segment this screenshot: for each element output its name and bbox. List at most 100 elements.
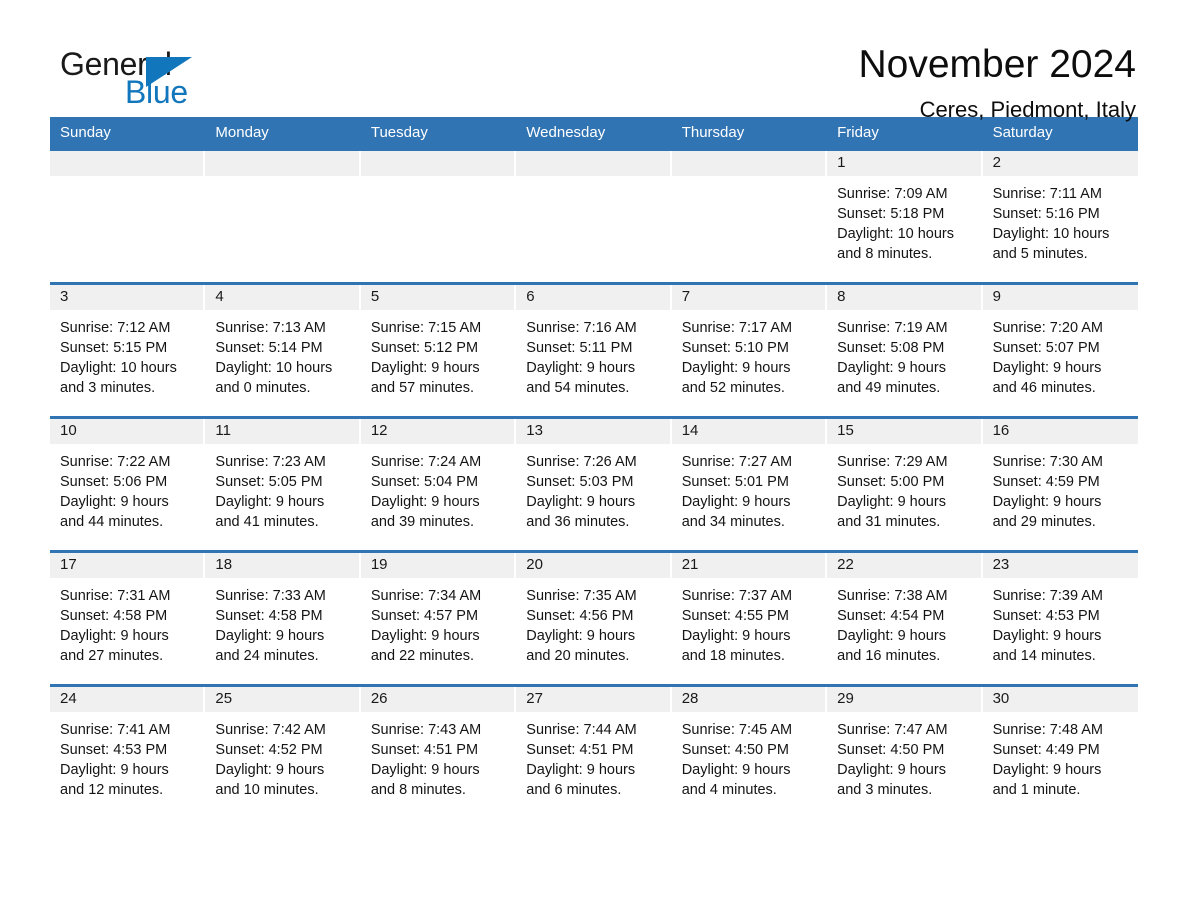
- day-cell-29[interactable]: 29 Sunrise: 7:47 AM Sunset: 4:50 PM Dayligh…: [827, 686, 983, 818]
- title-block: November 2024 Ceres, Piedmont, Italy: [859, 43, 1139, 122]
- sunset-text: Sunset: 5:15 PM: [60, 339, 168, 356]
- daylight-text: Daylight: 9 hours and 24 minutes.: [215, 627, 325, 664]
- sunset-text: Sunset: 5:01 PM: [681, 473, 789, 490]
- day-details: Sunrise: 7:39 AM Sunset: 4:53 PM Daylight:…: [983, 578, 1138, 666]
- generalblue-logo: General Blue: [50, 44, 240, 114]
- day-number: 18: [205, 552, 361, 578]
- day-cell-23[interactable]: 23 Sunrise: 7:39 AM Sunset: 4:53 PM Dayligh…: [982, 552, 1138, 684]
- day-cell-empty: [671, 150, 828, 282]
- day-number: 7: [671, 284, 828, 310]
- day-cell-2[interactable]: 2 Sunrise: 7:11 AM Sunset: 5:16 PM Daylight…: [982, 150, 1138, 282]
- sunrise-text: Sunrise: 7:20 AM: [992, 319, 1103, 336]
- day-cell-5[interactable]: 5 Sunrise: 7:15 AM Sunset: 5:12 PM Daylight…: [360, 284, 517, 416]
- day-cell-22[interactable]: 22 Sunrise: 7:38 AM Sunset: 4:54 PM Dayligh…: [827, 552, 983, 684]
- day-cell-10[interactable]: 10 Sunrise: 7:22 AM Sunset: 5:06 PM Dayligh…: [50, 418, 206, 550]
- daylight-text: Daylight: 9 hours and 22 minutes.: [370, 627, 480, 664]
- day-cell-19[interactable]: 19 Sunrise: 7:34 AM Sunset: 4:57 PM Dayligh…: [360, 552, 517, 684]
- day-details: Sunrise: 7:12 AM Sunset: 5:15 PM Daylight:…: [50, 310, 205, 398]
- day-number: 15: [827, 418, 983, 444]
- day-number: 1: [827, 150, 983, 176]
- day-number: [516, 150, 672, 176]
- weekday-header-tuesday: Tuesday: [370, 124, 428, 141]
- calendar-week-row: 24 Sunrise: 7:41 AM Sunset: 4:53 PM Dayligh…: [50, 683, 1138, 818]
- day-cell-4[interactable]: 4 Sunrise: 7:13 AM Sunset: 5:14 PM Daylight…: [205, 284, 361, 416]
- calendar-week-row: 17 Sunrise: 7:31 AM Sunset: 4:58 PM Dayligh…: [50, 549, 1138, 684]
- day-details: Sunrise: 7:19 AM Sunset: 5:08 PM Daylight:…: [827, 310, 982, 398]
- weekday-header-sunday: Sunday: [60, 124, 111, 141]
- day-cell-25[interactable]: 25 Sunrise: 7:42 AM Sunset: 4:52 PM Dayligh…: [205, 686, 361, 818]
- sunset-text: Sunset: 5:04 PM: [370, 473, 479, 490]
- day-cell-6[interactable]: 6 Sunrise: 7:16 AM Sunset: 5:11 PM Daylight…: [516, 284, 672, 416]
- sunset-text: Sunset: 4:51 PM: [370, 741, 479, 758]
- day-cell-30[interactable]: 30 Sunrise: 7:48 AM Sunset: 4:49 PM Dayligh…: [982, 686, 1138, 818]
- day-cell-1[interactable]: 1 Sunrise: 7:09 AM Sunset: 5:18 PM Daylight…: [827, 150, 983, 282]
- calendar-week-row: 3 Sunrise: 7:12 AM Sunset: 5:15 PM Daylight…: [50, 281, 1138, 416]
- day-cell-17[interactable]: 17 Sunrise: 7:31 AM Sunset: 4:58 PM Dayligh…: [50, 552, 206, 684]
- sunset-text: Sunset: 4:50 PM: [681, 741, 789, 758]
- daylight-text: Daylight: 9 hours and 16 minutes.: [837, 627, 946, 664]
- day-number: 30: [982, 686, 1138, 712]
- day-number: 4: [205, 284, 361, 310]
- day-number: 11: [205, 418, 361, 444]
- weekday-header-monday: Monday: [215, 124, 269, 141]
- day-details: Sunrise: 7:37 AM Sunset: 4:55 PM Daylight:…: [672, 578, 827, 666]
- sunrise-text: Sunrise: 7:13 AM: [215, 319, 326, 336]
- calendar-week-row: 10 Sunrise: 7:22 AM Sunset: 5:06 PM Dayligh…: [50, 415, 1138, 550]
- sunrise-text: Sunrise: 7:24 AM: [370, 453, 482, 470]
- sunrise-text: Sunrise: 7:37 AM: [681, 587, 793, 604]
- day-cell-12[interactable]: 12 Sunrise: 7:24 AM Sunset: 5:04 PM Dayligh…: [360, 418, 517, 550]
- daylight-text: Daylight: 9 hours and 31 minutes.: [837, 493, 946, 530]
- day-details: Sunrise: 7:20 AM Sunset: 5:07 PM Daylight:…: [983, 310, 1138, 398]
- day-details: Sunrise: 7:48 AM Sunset: 4:49 PM Daylight:…: [983, 712, 1138, 800]
- day-cell-11[interactable]: 11 Sunrise: 7:23 AM Sunset: 5:05 PM Dayligh…: [205, 418, 361, 550]
- day-cell-26[interactable]: 26 Sunrise: 7:43 AM Sunset: 4:51 PM Dayligh…: [360, 686, 517, 818]
- day-cell-28[interactable]: 28 Sunrise: 7:45 AM Sunset: 4:50 PM Dayligh…: [671, 686, 828, 818]
- sunrise-text: Sunrise: 7:15 AM: [370, 319, 482, 336]
- daylight-text: Daylight: 9 hours and 27 minutes.: [60, 627, 169, 664]
- day-cell-21[interactable]: 21 Sunrise: 7:37 AM Sunset: 4:55 PM Dayligh…: [671, 552, 828, 684]
- day-cell-9[interactable]: 9 Sunrise: 7:20 AM Sunset: 5:07 PM Daylight…: [982, 284, 1138, 416]
- daylight-text: Daylight: 9 hours and 44 minutes.: [60, 493, 169, 530]
- sunset-text: Sunset: 4:53 PM: [992, 607, 1100, 624]
- calendar-week-row: 1 Sunrise: 7:09 AM Sunset: 5:18 PM Daylight…: [50, 150, 1138, 282]
- day-cell-7[interactable]: 7 Sunrise: 7:17 AM Sunset: 5:10 PM Daylight…: [671, 284, 828, 416]
- day-cell-empty: [360, 150, 517, 282]
- sunset-text: Sunset: 4:51 PM: [526, 741, 634, 758]
- sunset-text: Sunset: 5:07 PM: [992, 339, 1100, 356]
- sunrise-text: Sunrise: 7:11 AM: [992, 185, 1102, 202]
- sunset-text: Sunset: 4:57 PM: [370, 607, 479, 624]
- day-number: 25: [205, 686, 361, 712]
- day-details: Sunrise: 7:31 AM Sunset: 4:58 PM Daylight:…: [50, 578, 205, 666]
- day-cell-27[interactable]: 27 Sunrise: 7:44 AM Sunset: 4:51 PM Dayligh…: [516, 686, 672, 818]
- sunrise-text: Sunrise: 7:09 AM: [837, 185, 948, 202]
- daylight-text: Daylight: 9 hours and 57 minutes.: [370, 359, 480, 396]
- day-number: 26: [360, 686, 517, 712]
- day-details: Sunrise: 7:45 AM Sunset: 4:50 PM Daylight:…: [672, 712, 827, 800]
- daylight-text: Daylight: 9 hours and 1 minute.: [992, 761, 1102, 798]
- day-number: 6: [516, 284, 672, 310]
- sunrise-text: Sunrise: 7:35 AM: [526, 587, 637, 604]
- daylight-text: Daylight: 9 hours and 12 minutes.: [60, 761, 169, 798]
- day-details: Sunrise: 7:38 AM Sunset: 4:54 PM Daylight:…: [827, 578, 982, 666]
- sunrise-text: Sunrise: 7:44 AM: [526, 721, 637, 738]
- weekday-header-row: Sunday Monday Tuesday Wednesday Thursday Frid…: [50, 117, 1138, 151]
- sunrise-text: Sunrise: 7:42 AM: [215, 721, 326, 738]
- sunrise-text: Sunrise: 7:39 AM: [992, 587, 1103, 604]
- day-cell-13[interactable]: 13 Sunrise: 7:26 AM Sunset: 5:03 PM Dayligh…: [516, 418, 672, 550]
- day-cell-16[interactable]: 16 Sunrise: 7:30 AM Sunset: 4:59 PM Dayligh…: [982, 418, 1138, 550]
- day-cell-24[interactable]: 24 Sunrise: 7:41 AM Sunset: 4:53 PM Dayligh…: [50, 686, 206, 818]
- sunrise-text: Sunrise: 7:27 AM: [681, 453, 793, 470]
- day-cell-20[interactable]: 20 Sunrise: 7:35 AM Sunset: 4:56 PM Dayligh…: [516, 552, 672, 684]
- day-cell-15[interactable]: 15 Sunrise: 7:29 AM Sunset: 5:00 PM Dayligh…: [827, 418, 983, 550]
- day-cell-3[interactable]: 3 Sunrise: 7:12 AM Sunset: 5:15 PM Daylight…: [50, 284, 206, 416]
- sunset-text: Sunset: 4:56 PM: [526, 607, 634, 624]
- day-details: Sunrise: 7:35 AM Sunset: 4:56 PM Daylight:…: [516, 578, 671, 666]
- day-details: Sunrise: 7:09 AM Sunset: 5:18 PM Daylight:…: [827, 176, 982, 264]
- sunrise-text: Sunrise: 7:12 AM: [60, 319, 171, 336]
- sunrise-text: Sunrise: 7:17 AM: [681, 319, 793, 336]
- daylight-text: Daylight: 10 hours and 3 minutes.: [60, 359, 177, 396]
- day-number: 28: [671, 686, 828, 712]
- day-cell-14[interactable]: 14 Sunrise: 7:27 AM Sunset: 5:01 PM Dayligh…: [671, 418, 828, 550]
- day-cell-18[interactable]: 18 Sunrise: 7:33 AM Sunset: 4:58 PM Dayligh…: [205, 552, 361, 684]
- day-cell-8[interactable]: 8 Sunrise: 7:19 AM Sunset: 5:08 PM Daylight…: [827, 284, 983, 416]
